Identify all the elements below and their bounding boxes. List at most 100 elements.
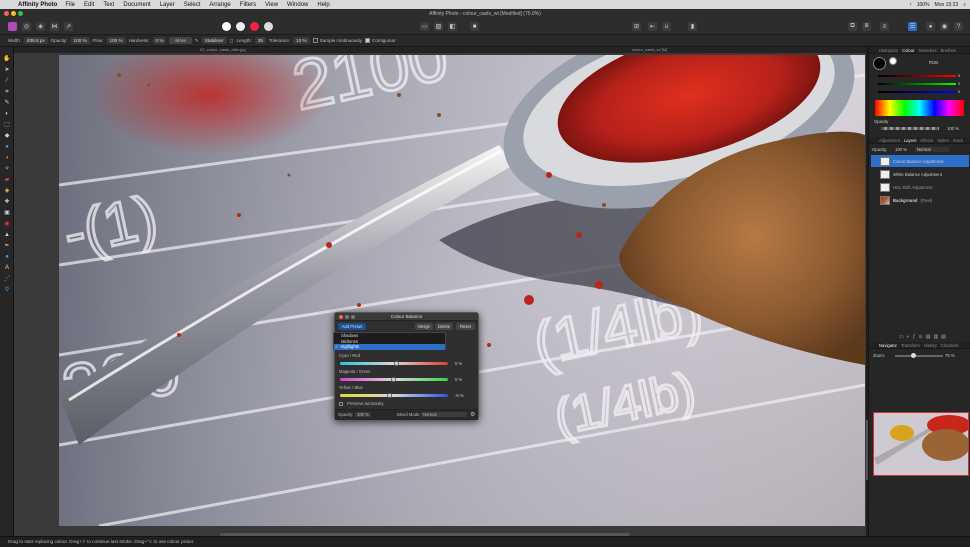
zoom-window-button[interactable]	[18, 11, 23, 16]
app-menu[interactable]: Affinity Photo	[18, 2, 57, 8]
auto-contrast-icon[interactable]	[236, 22, 245, 31]
menu-layer[interactable]: Layer	[160, 2, 175, 8]
yellow-blue-value[interactable]: -8 %	[455, 393, 464, 398]
blue-channel-slider[interactable]	[878, 91, 956, 93]
menu-item-highlights[interactable]: ✓ Highlights	[334, 344, 445, 350]
tab-layers[interactable]: Layers	[904, 137, 917, 143]
flood-fill-icon[interactable]: ◆	[3, 132, 11, 140]
align-icon[interactable]: ⧈	[862, 22, 871, 31]
magenta-green-knob[interactable]	[391, 377, 396, 382]
reset-button[interactable]: Reset	[456, 323, 475, 330]
width-field[interactable]: 838.8 px	[24, 37, 48, 44]
gradient-mesh-icon[interactable]: ⋰	[3, 275, 11, 283]
crop-tool-icon[interactable]: ⌗	[3, 88, 11, 96]
gradient-tool-icon[interactable]: ◐	[3, 110, 11, 118]
delete-button[interactable]: Delete	[435, 323, 453, 330]
hardness-field[interactable]: 0 %	[152, 37, 167, 44]
auto-colours-icon[interactable]	[250, 22, 259, 31]
yellow-blue-slider[interactable]	[340, 394, 448, 397]
text-tool-icon[interactable]: A	[3, 264, 11, 272]
auto-levels-icon[interactable]	[222, 22, 231, 31]
sample-continuously-checkbox[interactable]: Sample continuously	[312, 38, 362, 44]
tolerance-field[interactable]: 10 %	[293, 37, 310, 44]
force-pressure-icon[interactable]: ✎	[195, 38, 199, 44]
selection-tool-icon[interactable]: ⬚	[3, 121, 11, 129]
navigator-preview[interactable]	[873, 412, 969, 476]
assistant-icon[interactable]: ▮	[688, 22, 697, 31]
menu-select[interactable]: Select	[184, 2, 201, 8]
layer-background[interactable]: Background (Pixel)	[871, 194, 969, 206]
layer-hsl-shift[interactable]: HSL Shift Adjustment	[871, 181, 969, 193]
arrange-icon[interactable]: ⧉	[848, 22, 857, 31]
spotlight-icon[interactable]: ⌕	[963, 2, 966, 8]
colour-picker-icon[interactable]: ⁄	[3, 77, 11, 85]
document-tab[interactable]: colour_casts_wt [M]	[632, 47, 667, 52]
liquify-persona-icon[interactable]: ◎	[22, 22, 31, 31]
zoom-slider[interactable]	[895, 355, 943, 357]
snapping-icon[interactable]: ⊞	[632, 22, 641, 31]
chat-icon[interactable]: ◉	[940, 22, 949, 31]
stabiliser-toggle[interactable]: Stabiliser	[201, 37, 227, 44]
tone-mapping-persona-icon[interactable]: ⋈	[50, 22, 59, 31]
selection-subtract-icon[interactable]: ▨	[434, 22, 443, 31]
colour-opacity-slider[interactable]	[881, 127, 939, 130]
blend-options-gear-icon[interactable]: ⚙	[470, 411, 475, 418]
dialog-close-button[interactable]	[339, 315, 343, 319]
menu-edit[interactable]: Edit	[84, 2, 94, 8]
selection-mode-icon[interactable]: ▭	[420, 22, 429, 31]
minimize-window-button[interactable]	[11, 11, 16, 16]
blur-brush-icon[interactable]: ▲	[3, 231, 11, 239]
blue-channel-value[interactable]: 0	[958, 89, 960, 94]
tab-colour[interactable]: Colour	[902, 47, 914, 53]
secondary-colour-swatch[interactable]	[889, 57, 897, 65]
insert-behind-icon[interactable]: ⇤	[648, 22, 657, 31]
zoom-value[interactable]: 75 %	[945, 353, 955, 358]
red-channel-value[interactable]: 0	[958, 73, 960, 78]
clock[interactable]: Mon 15:23	[935, 2, 959, 8]
document-photo[interactable]: 2100 (1/4lb) (1/4lb) 300 -(1)	[59, 55, 865, 526]
primary-colour-swatch[interactable]	[873, 57, 886, 70]
tab-stock[interactable]: Stock	[953, 137, 963, 143]
shape-tool-icon[interactable]: ●	[3, 253, 11, 261]
layer-white-balance[interactable]: White Balance Adjustment	[871, 168, 969, 180]
menu-help[interactable]: Help	[317, 2, 329, 8]
yellow-blue-knob[interactable]	[387, 393, 392, 398]
opacity-field[interactable]: 100 %	[70, 37, 90, 44]
auto-white-balance-icon[interactable]	[264, 22, 273, 31]
export-persona-icon[interactable]: ⇗	[64, 22, 73, 31]
magenta-green-value[interactable]: 0 %	[455, 377, 462, 382]
menu-window[interactable]: Window	[287, 2, 308, 8]
layer-opacity-field[interactable]: 100 %	[895, 147, 907, 152]
layer-blend-select[interactable]: Normal	[915, 147, 949, 152]
tab-styles[interactable]: Styles	[937, 137, 948, 143]
menu-text[interactable]: Text	[103, 2, 114, 8]
colour-spectrum[interactable]	[875, 100, 964, 116]
tab-effects[interactable]: Effects	[921, 137, 934, 143]
colour-mode-select[interactable]: RGB	[929, 60, 938, 65]
help-icon[interactable]: ?	[954, 22, 963, 31]
move-tool-icon[interactable]: ➤	[3, 66, 11, 74]
menu-view[interactable]: View	[265, 2, 278, 8]
cyan-red-value[interactable]: 0 %	[455, 361, 462, 366]
wifi-icon[interactable]: ◔	[909, 2, 912, 8]
green-channel-value[interactable]: 0	[958, 81, 960, 86]
menu-file[interactable]: File	[65, 2, 75, 8]
flow-field[interactable]: 100 %	[106, 37, 126, 44]
tab-navigator[interactable]: Navigator	[879, 342, 897, 348]
view-tool-icon[interactable]: ✋	[3, 55, 11, 63]
pen-tool-icon[interactable]: ✒	[3, 242, 11, 250]
snap-magnet-icon[interactable]: ∪	[662, 22, 671, 31]
tab-swatches[interactable]: Swatches	[918, 47, 936, 53]
photo-persona-icon[interactable]	[8, 22, 17, 31]
colour-replacement-icon[interactable]: ●	[3, 143, 11, 151]
add-preset-button[interactable]: Add Preset	[338, 323, 366, 330]
menu-filters[interactable]: Filters	[240, 2, 256, 8]
paint-brush-icon[interactable]: ✎	[3, 99, 11, 107]
more-button[interactable]: More	[169, 37, 192, 44]
patch-tool-icon[interactable]: ▣	[3, 209, 11, 217]
file-tab[interactable]: 02_colour_casts_after.jpg	[200, 47, 246, 52]
erase-brush-icon[interactable]: ▰	[3, 176, 11, 184]
dialog-zoom-button[interactable]	[351, 315, 355, 319]
battery-label[interactable]: 100%	[917, 2, 930, 8]
dialog-minimize-button[interactable]	[345, 315, 349, 319]
